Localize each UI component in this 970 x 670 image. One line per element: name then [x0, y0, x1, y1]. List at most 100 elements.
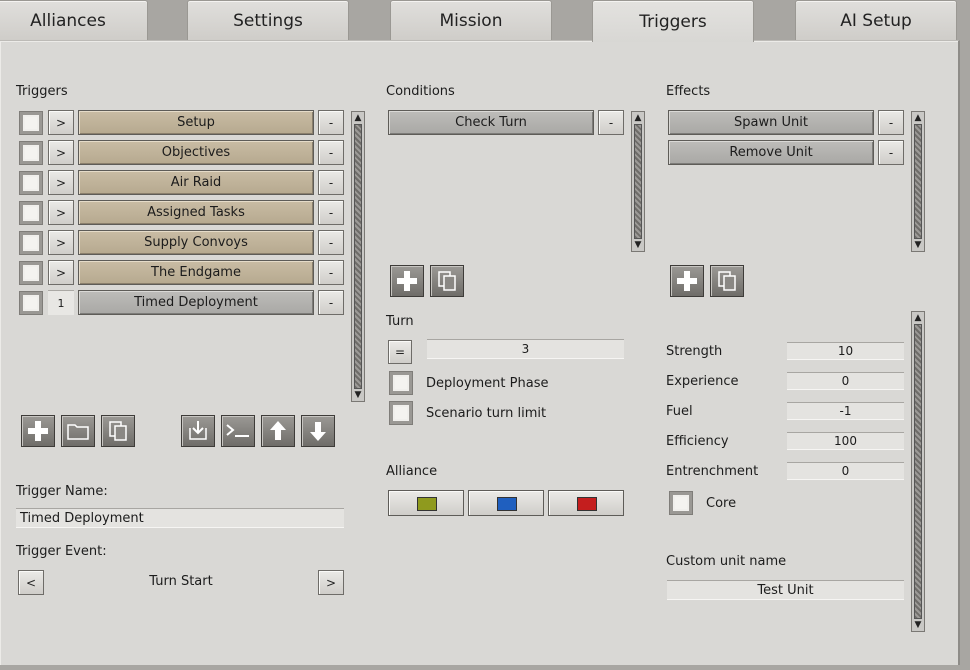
trigger-expand-button[interactable]: >: [48, 230, 74, 255]
tab-alliances[interactable]: Alliances: [0, 0, 148, 40]
trigger-enable-checkbox[interactable]: [19, 171, 43, 195]
trigger-item-timed-deployment[interactable]: Timed Deployment: [78, 290, 314, 315]
conditions-scrollbar[interactable]: ▲ ▼: [631, 111, 645, 252]
terminal-icon: [226, 424, 249, 437]
trigger-remove-button[interactable]: -: [318, 200, 344, 225]
trigger-item-the-endgame[interactable]: The Endgame: [78, 260, 314, 285]
deployment-phase-label: Deployment Phase: [426, 376, 549, 391]
trigger-remove-button[interactable]: -: [318, 260, 344, 285]
trigger-enable-checkbox[interactable]: [19, 111, 43, 135]
triggers-scrollbar[interactable]: ▲ ▼: [351, 111, 365, 402]
scroll-up-arrow-icon[interactable]: ▲: [912, 112, 924, 124]
scenario-turn-limit-checkbox[interactable]: [389, 401, 413, 425]
scrollbar-thumb[interactable]: [354, 124, 362, 389]
scroll-down-arrow-icon[interactable]: ▼: [912, 619, 924, 631]
fuel-input[interactable]: -1: [787, 402, 904, 420]
scroll-up-arrow-icon[interactable]: ▲: [632, 112, 644, 124]
tab-label: AI Setup: [840, 10, 912, 31]
copy-condition-button[interactable]: [430, 265, 464, 297]
condition-item-check-turn[interactable]: Check Turn: [388, 110, 594, 135]
strength-input[interactable]: 10: [787, 342, 904, 360]
trigger-expand-button[interactable]: >: [48, 110, 74, 135]
custom-unit-name-input[interactable]: Test Unit: [667, 580, 904, 600]
trigger-enable-checkbox[interactable]: [19, 291, 43, 315]
add-effect-button[interactable]: [670, 265, 704, 297]
script-console-button[interactable]: [221, 415, 255, 447]
trigger-item-assigned-tasks[interactable]: Assigned Tasks: [78, 200, 314, 225]
trigger-expand-button[interactable]: >: [48, 200, 74, 225]
alliance-label: Alliance: [386, 464, 438, 479]
alliance-green-button[interactable]: [388, 490, 464, 516]
entrenchment-label: Entrenchment: [666, 464, 759, 479]
copy-effect-button[interactable]: [710, 265, 744, 297]
trigger-enable-checkbox[interactable]: [19, 261, 43, 285]
trigger-remove-button[interactable]: -: [318, 230, 344, 255]
trigger-remove-button[interactable]: -: [318, 170, 344, 195]
effects-scrollbar[interactable]: ▲ ▼: [911, 111, 925, 252]
scrollbar-thumb[interactable]: [914, 324, 922, 619]
alliance-color-swatch: [417, 497, 437, 511]
scrollbar-thumb[interactable]: [634, 124, 642, 239]
trigger-enable-checkbox[interactable]: [19, 141, 43, 165]
import-trigger-button[interactable]: [181, 415, 215, 447]
effects-header: Effects: [666, 84, 711, 99]
event-next-button[interactable]: >: [318, 570, 344, 595]
trigger-item-setup[interactable]: Setup: [78, 110, 314, 135]
scrollbar-thumb[interactable]: [914, 124, 922, 239]
deployment-phase-checkbox[interactable]: [389, 371, 413, 395]
move-up-button[interactable]: [261, 415, 295, 447]
effect-params-scrollbar[interactable]: ▲ ▼: [911, 311, 925, 632]
alliance-color-swatch: [497, 497, 517, 511]
trigger-item-air-raid[interactable]: Air Raid: [78, 170, 314, 195]
event-prev-button[interactable]: <: [18, 570, 44, 595]
trigger-item-supply-convoys[interactable]: Supply Convoys: [78, 230, 314, 255]
core-checkbox[interactable]: [669, 491, 693, 515]
trigger-enable-checkbox[interactable]: [19, 231, 43, 255]
trigger-remove-button[interactable]: -: [318, 110, 344, 135]
tab-label: Triggers: [639, 11, 707, 32]
add-trigger-button[interactable]: [21, 415, 55, 447]
scenario-turn-limit-label: Scenario turn limit: [426, 406, 547, 421]
add-condition-button[interactable]: [390, 265, 424, 297]
scroll-down-arrow-icon[interactable]: ▼: [912, 239, 924, 251]
effect-remove-button[interactable]: -: [878, 140, 904, 165]
trigger-expand-button[interactable]: >: [48, 170, 74, 195]
effect-item-spawn-unit[interactable]: Spawn Unit: [668, 110, 874, 135]
tab-label: Settings: [233, 10, 303, 31]
move-down-button[interactable]: [301, 415, 335, 447]
trigger-item-objectives[interactable]: Objectives: [78, 140, 314, 165]
triggers-header: Triggers: [16, 84, 68, 99]
turn-value-input[interactable]: 3: [427, 339, 624, 359]
trigger-remove-button[interactable]: -: [318, 140, 344, 165]
scroll-down-arrow-icon[interactable]: ▼: [352, 389, 364, 401]
copy-trigger-button[interactable]: [101, 415, 135, 447]
trigger-remove-button[interactable]: -: [318, 290, 344, 315]
trigger-name-input[interactable]: Timed Deployment: [16, 508, 344, 528]
tab-label: Alliances: [30, 10, 106, 31]
efficiency-label: Efficiency: [666, 434, 729, 449]
tab-settings[interactable]: Settings: [187, 0, 349, 40]
effect-item-remove-unit[interactable]: Remove Unit: [668, 140, 874, 165]
scroll-up-arrow-icon[interactable]: ▲: [912, 312, 924, 324]
tab-ai-setup[interactable]: AI Setup: [795, 0, 957, 40]
add-folder-button[interactable]: [61, 415, 95, 447]
turn-operator-button[interactable]: =: [388, 340, 412, 364]
scroll-up-arrow-icon[interactable]: ▲: [352, 112, 364, 124]
entrenchment-input[interactable]: 0: [787, 462, 904, 480]
alliance-red-button[interactable]: [548, 490, 624, 516]
experience-input[interactable]: 0: [787, 372, 904, 390]
alliance-blue-button[interactable]: [468, 490, 544, 516]
trigger-enable-checkbox[interactable]: [19, 201, 43, 225]
condition-remove-button[interactable]: -: [598, 110, 624, 135]
trigger-name-label: Trigger Name:: [16, 484, 108, 499]
scroll-down-arrow-icon[interactable]: ▼: [632, 239, 644, 251]
download-icon: [189, 421, 207, 440]
trigger-expand-button[interactable]: >: [48, 260, 74, 285]
trigger-expand-button[interactable]: >: [48, 140, 74, 165]
efficiency-input[interactable]: 100: [787, 432, 904, 450]
alliance-color-swatch: [577, 497, 597, 511]
tab-mission[interactable]: Mission: [390, 0, 552, 40]
effect-remove-button[interactable]: -: [878, 110, 904, 135]
tab-triggers[interactable]: Triggers: [592, 0, 754, 42]
trigger-event-value: Turn Start: [149, 574, 213, 589]
